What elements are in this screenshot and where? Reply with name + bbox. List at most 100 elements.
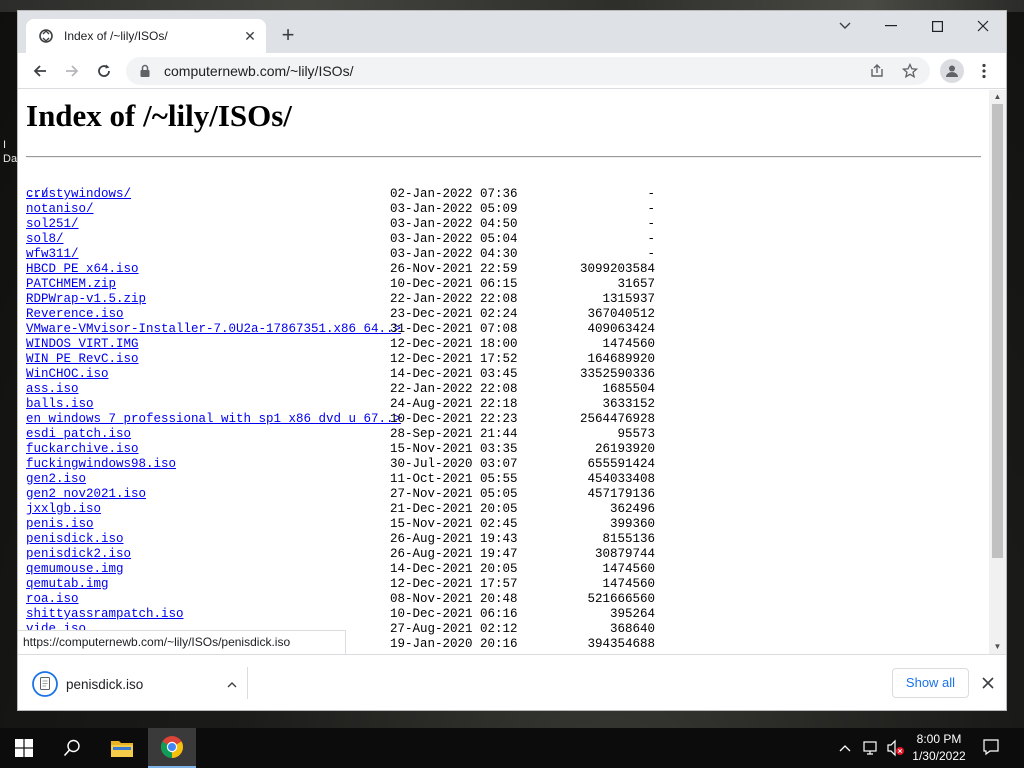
entry-link[interactable]: crustywindows/	[26, 187, 131, 202]
back-button[interactable]	[26, 57, 54, 85]
entry-link[interactable]: ass.iso	[26, 382, 79, 397]
entry-date: 14-Dec-2021 03:45	[390, 367, 518, 381]
entry-size: 394354688	[587, 637, 655, 651]
entry-link[interactable]: jxxlgb.iso	[26, 502, 101, 517]
chrome-icon	[161, 736, 183, 758]
entry-size: 655591424	[587, 457, 655, 471]
entry-size: -	[647, 247, 655, 261]
scrollbar-thumb[interactable]	[992, 104, 1003, 558]
chrome-taskbar-button[interactable]	[148, 728, 196, 768]
clock-time: 8:00 PM	[916, 732, 962, 746]
entry-date: 08-Nov-2021 20:48	[390, 592, 518, 606]
chevron-up-icon[interactable]	[224, 675, 240, 693]
entry-link[interactable]: WINDOS_VIRT.IMG	[26, 337, 139, 352]
file-explorer-button[interactable]	[98, 728, 146, 768]
list-item: esdi_patch.iso 28-Sep-2021 21:44 95573	[26, 427, 706, 442]
search-icon	[63, 739, 80, 757]
list-item: roa.iso 08-Nov-2021 20:48 521666560	[26, 592, 706, 607]
profile-icon[interactable]	[940, 59, 964, 83]
show-all-button[interactable]: Show all	[892, 668, 969, 698]
entry-date: 26-Aug-2021 19:43	[390, 532, 518, 546]
entry-date: 14-Dec-2021 20:05	[390, 562, 518, 576]
entry-link[interactable]: shittyassrampatch.iso	[26, 607, 184, 622]
entry-link[interactable]: PATCHMEM.zip	[26, 277, 116, 292]
list-item: en_windows_7_professional_with_sp1_x86_d…	[26, 412, 706, 427]
entry-size: 457179136	[587, 487, 655, 501]
entry-link[interactable]: balls.iso	[26, 397, 94, 412]
scroll-up-arrow-icon[interactable]: ▲	[989, 90, 1006, 104]
entry-link[interactable]: gen2_nov2021.iso	[26, 487, 146, 502]
entry-link[interactable]: qemutab.img	[26, 577, 109, 592]
system-clock[interactable]: 8:00 PM 1/30/2022	[908, 731, 970, 765]
entry-link[interactable]: sol251/	[26, 217, 79, 232]
entry-link[interactable]: VMware-VMvisor-Installer-7.0U2a-17867351…	[26, 322, 401, 337]
entry-link[interactable]: gen2.iso	[26, 472, 86, 487]
download-item[interactable]: penisdick.iso	[32, 669, 240, 699]
entry-link[interactable]: WIN_PE_RevC.iso	[26, 352, 139, 367]
forward-button[interactable]	[58, 57, 86, 85]
close-downloads-icon[interactable]	[978, 673, 998, 693]
entry-link[interactable]: penisdick2.iso	[26, 547, 131, 562]
tray-overflow-chevron-icon[interactable]	[838, 738, 854, 758]
window-close-button[interactable]	[960, 11, 1006, 41]
tab-close-icon[interactable]: ✕	[242, 28, 258, 44]
url-text[interactable]: computernewb.com/~lily/ISOs/	[164, 63, 353, 79]
tab-active[interactable]: Index of /~lily/ISOs/ ✕	[26, 19, 266, 53]
volume-muted-icon[interactable]	[886, 739, 906, 757]
tab-search-chevron-icon[interactable]	[822, 11, 868, 41]
entry-link[interactable]: penis.iso	[26, 517, 94, 532]
share-icon[interactable]	[869, 63, 885, 79]
maximize-button[interactable]	[914, 11, 960, 41]
reload-button[interactable]	[90, 57, 118, 85]
entry-size: 30879744	[594, 547, 655, 561]
kebab-menu-icon[interactable]	[974, 59, 994, 83]
list-item: ../	[26, 172, 706, 201]
list-item: jxxlgb.iso 21-Dec-2021 20:05 362496	[26, 502, 706, 517]
entry-size: 3352590336	[579, 367, 655, 381]
notification-center-icon[interactable]	[982, 738, 1000, 756]
divider	[26, 156, 981, 158]
entry-size: 399360	[609, 517, 655, 531]
entry-link[interactable]: Reverence.iso	[26, 307, 124, 322]
entry-link[interactable]: en_windows_7_professional_with_sp1_x86_d…	[26, 412, 401, 427]
entry-link[interactable]: penisdick.iso	[26, 532, 124, 547]
list-item: ass.iso 22-Jan-2022 22:08 1685504	[26, 382, 706, 397]
entry-link[interactable]: sol8/	[26, 232, 64, 247]
entry-link[interactable]: notaniso/	[26, 202, 94, 217]
new-tab-button[interactable]: +	[276, 24, 300, 48]
start-button[interactable]	[0, 728, 48, 768]
entry-size: 395264	[609, 607, 655, 621]
bookmark-star-icon[interactable]	[902, 63, 918, 79]
entry-link[interactable]: fuckarchive.iso	[26, 442, 139, 457]
entry-date: 10-Dec-2021 06:15	[390, 277, 518, 291]
list-item: WinCHOC.iso 14-Dec-2021 03:45 3352590336	[26, 367, 706, 382]
downloads-bar: penisdick.iso Show all	[18, 654, 1006, 710]
entry-link[interactable]: esdi_patch.iso	[26, 427, 131, 442]
list-item: penis.iso 15-Nov-2021 02:45 399360	[26, 517, 706, 532]
page-title: Index of /~lily/ISOs/	[26, 98, 292, 133]
list-item: sol251/03-Jan-2022 04:50 -	[26, 217, 706, 232]
minimize-button[interactable]	[868, 11, 914, 41]
list-item: gen2.iso 11-Oct-2021 05:55 454033408	[26, 472, 706, 487]
entry-link[interactable]: roa.iso	[26, 592, 79, 607]
lock-icon[interactable]	[138, 64, 152, 78]
entry-link[interactable]: RDPWrap-v1.5.zip	[26, 292, 146, 307]
entry-link[interactable]: WinCHOC.iso	[26, 367, 109, 382]
entry-link[interactable]: fuckingwindows98.iso	[26, 457, 176, 472]
network-icon[interactable]	[862, 739, 880, 757]
list-item: wfw311/03-Jan-2022 04:30 -	[26, 247, 706, 262]
list-item: HBCD_PE_x64.iso 26-Nov-2021 22:59 30992035…	[26, 262, 706, 277]
entry-link[interactable]: wfw311/	[26, 247, 79, 262]
entry-link[interactable]: HBCD_PE_x64.iso	[26, 262, 139, 277]
scroll-down-arrow-icon[interactable]: ▼	[989, 640, 1006, 654]
entry-size: 1474560	[602, 337, 655, 351]
list-item: WINDOS_VIRT.IMG 12-Dec-2021 18:00 1474560	[26, 337, 706, 352]
address-bar[interactable]: computernewb.com/~lily/ISOs/	[126, 57, 930, 85]
entry-size: 1474560	[602, 577, 655, 591]
entry-size: -	[647, 202, 655, 216]
clock-date: 1/30/2022	[912, 749, 966, 763]
taskbar-search-button[interactable]	[48, 728, 96, 768]
vertical-scrollbar[interactable]: ▲ ▼	[989, 90, 1006, 654]
link-status-bubble: https://computernewb.com/~lily/ISOs/peni…	[18, 630, 346, 654]
entry-link[interactable]: qemumouse.img	[26, 562, 124, 577]
